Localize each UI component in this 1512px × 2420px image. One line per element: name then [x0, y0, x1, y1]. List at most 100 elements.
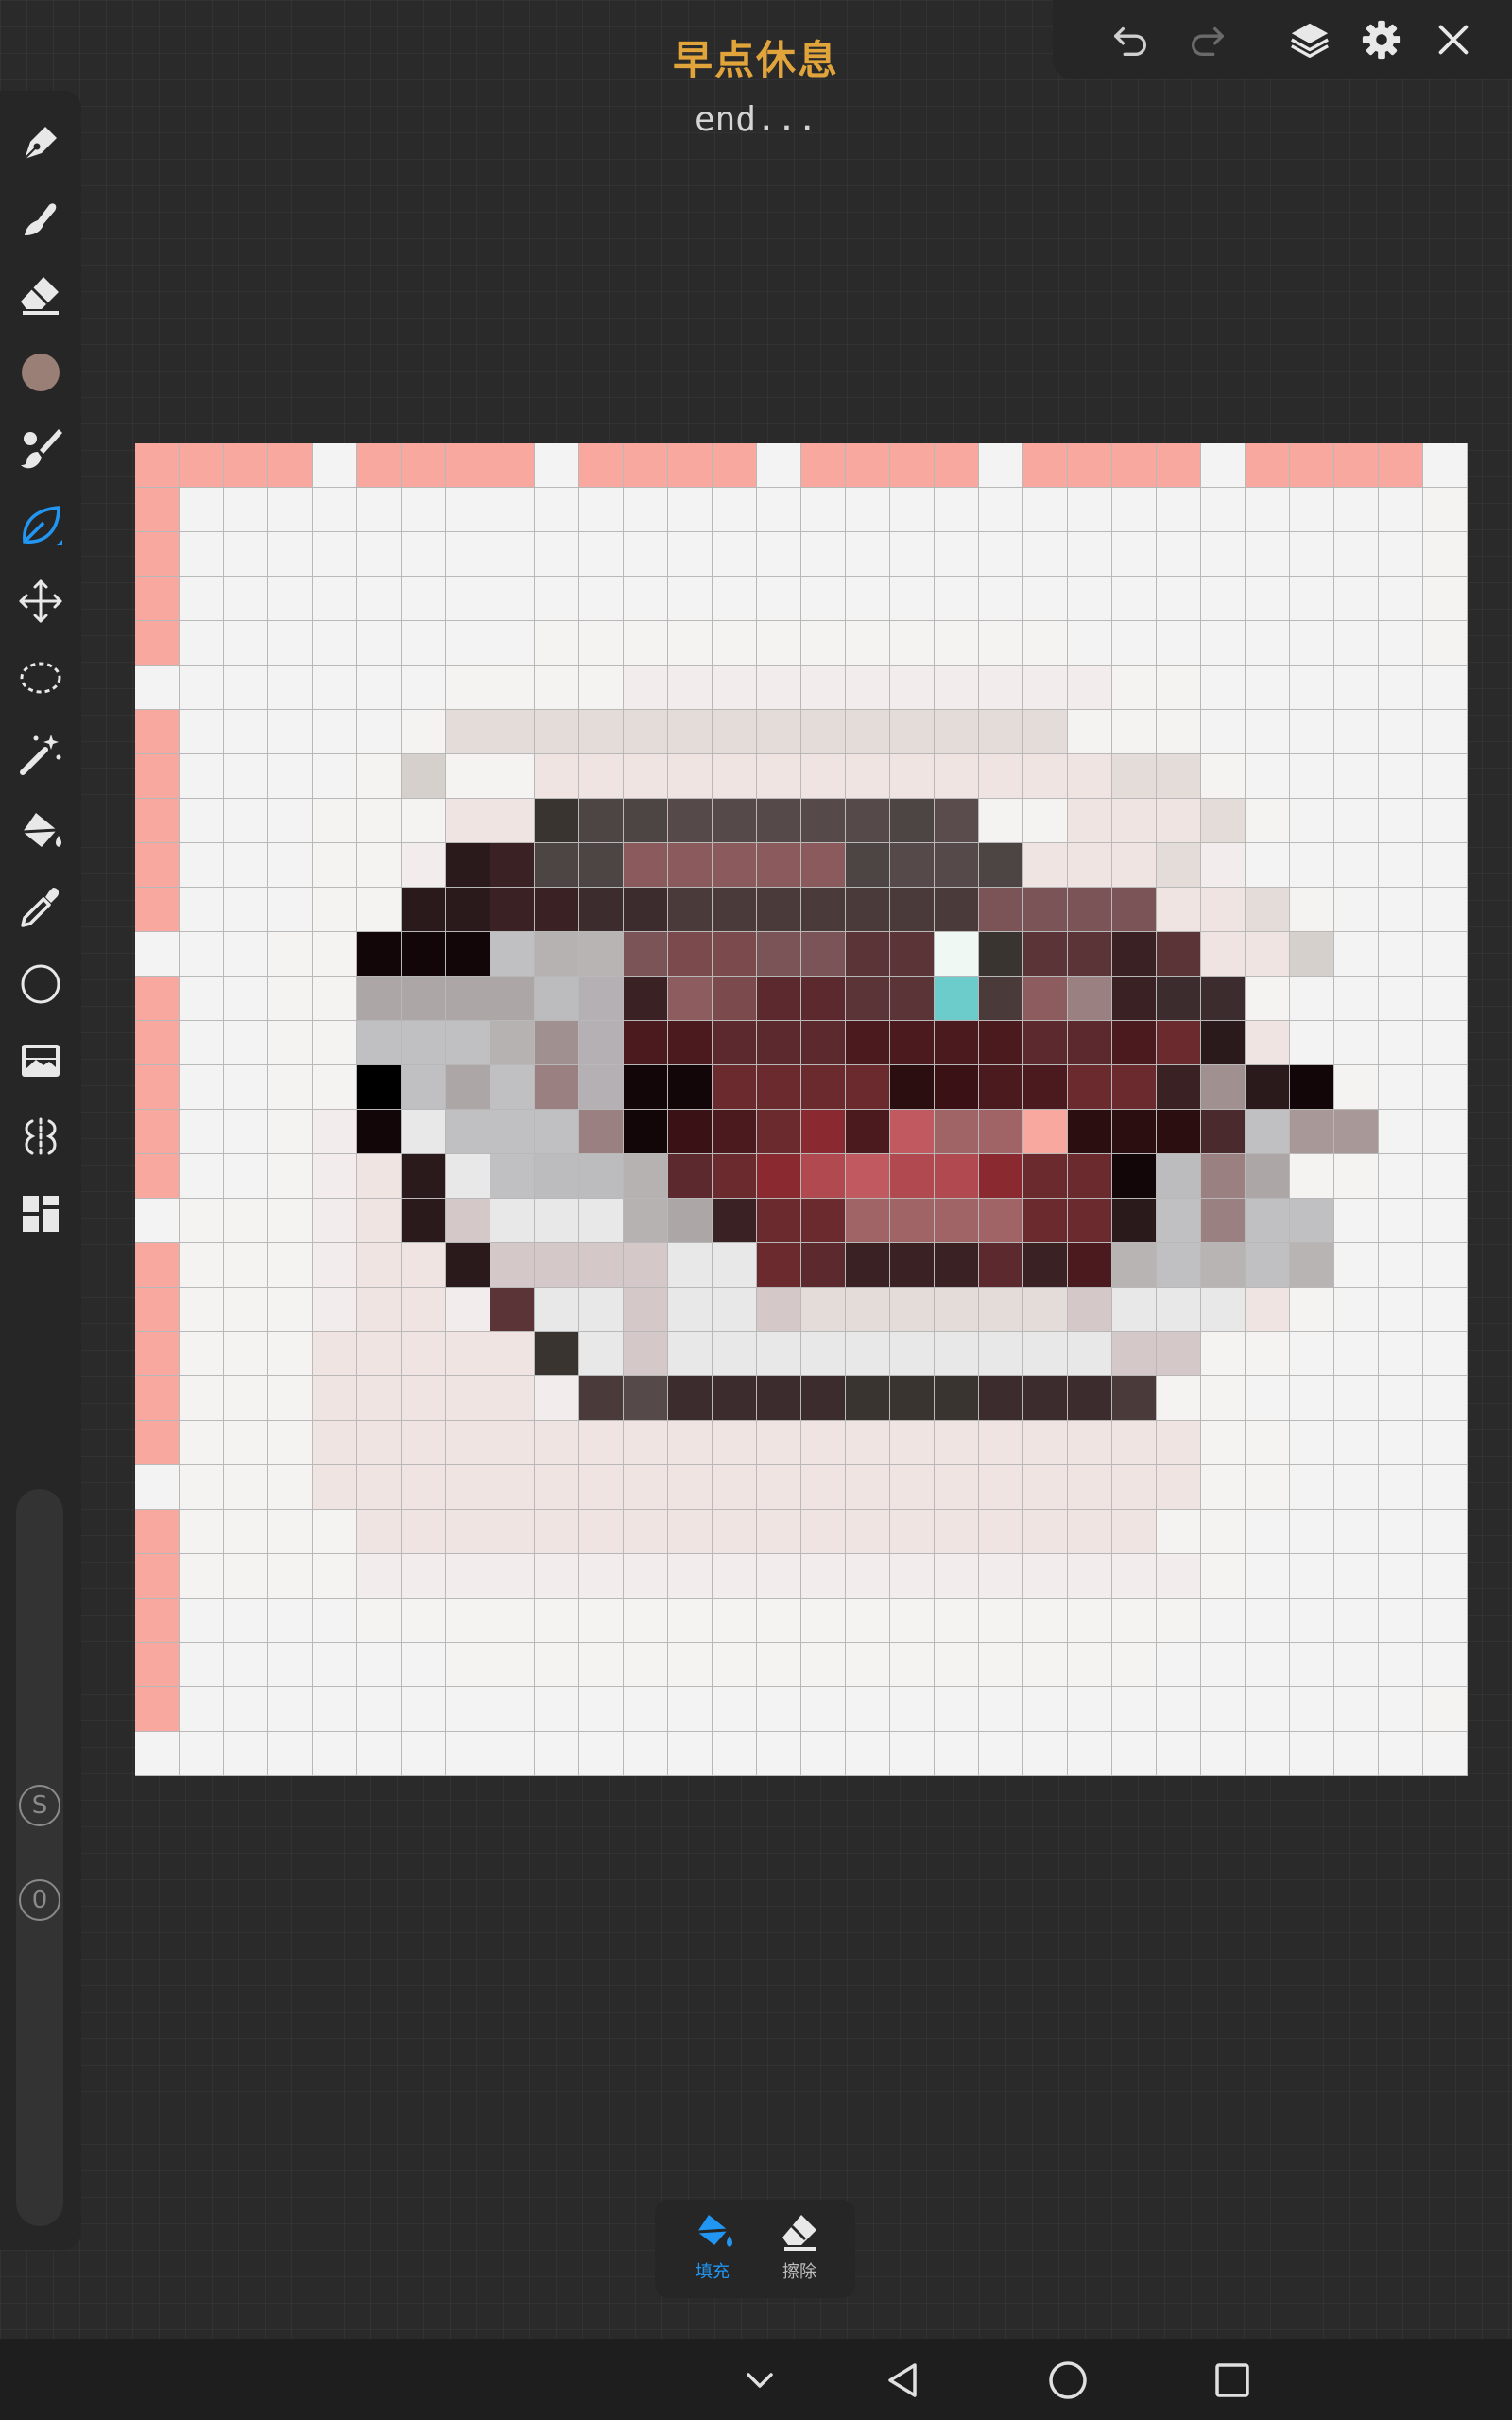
- pixel-cell[interactable]: [935, 1687, 979, 1732]
- pixel-cell[interactable]: [1023, 488, 1068, 532]
- pixel-cell[interactable]: [757, 1154, 801, 1199]
- pixel-cell[interactable]: [801, 1199, 846, 1243]
- pixel-cell[interactable]: [846, 1687, 890, 1732]
- pixel-cell[interactable]: [1246, 1243, 1290, 1288]
- pixel-cell[interactable]: [490, 977, 535, 1021]
- pixel-cell[interactable]: [713, 843, 757, 888]
- pixel-cell[interactable]: [402, 1332, 446, 1376]
- pixel-cell[interactable]: [1112, 977, 1157, 1021]
- pixel-cell[interactable]: [979, 1643, 1023, 1687]
- pixel-cell[interactable]: [979, 1554, 1023, 1599]
- pixel-cell[interactable]: [1068, 1421, 1112, 1465]
- pixel-cell[interactable]: [180, 488, 224, 532]
- pixel-cell[interactable]: [935, 666, 979, 710]
- pixel-cell[interactable]: [1201, 843, 1246, 888]
- pixel-cell[interactable]: [224, 1510, 268, 1554]
- pixel-cell[interactable]: [446, 710, 490, 754]
- pixel-cell[interactable]: [935, 1643, 979, 1687]
- pixel-cell[interactable]: [1023, 1732, 1068, 1776]
- pixel-cell[interactable]: [713, 888, 757, 932]
- pixel-cell[interactable]: [268, 1599, 313, 1643]
- pixel-cell[interactable]: [713, 621, 757, 666]
- pixel-cell[interactable]: [1023, 1021, 1068, 1065]
- pixel-cell[interactable]: [1423, 710, 1468, 754]
- pixel-cell[interactable]: [890, 1376, 935, 1421]
- pixel-cell[interactable]: [801, 532, 846, 577]
- pixel-cell[interactable]: [579, 1243, 624, 1288]
- pixel-cell[interactable]: [668, 488, 713, 532]
- fill-bucket-icon[interactable]: [0, 797, 81, 865]
- pixel-cell[interactable]: [180, 799, 224, 843]
- pixel-cell[interactable]: [224, 1332, 268, 1376]
- pixel-cell[interactable]: [1246, 488, 1290, 532]
- pixel-cell[interactable]: [446, 1199, 490, 1243]
- pixel-cell[interactable]: [1112, 1421, 1157, 1465]
- pixel-cell[interactable]: [846, 1021, 890, 1065]
- pixel-cell[interactable]: [624, 621, 668, 666]
- pixel-cell[interactable]: [1334, 1510, 1379, 1554]
- pixel-cell[interactable]: [713, 1732, 757, 1776]
- pixel-cell[interactable]: [801, 1465, 846, 1510]
- pixel-cell[interactable]: [713, 977, 757, 1021]
- pixel-cell[interactable]: [224, 1199, 268, 1243]
- pixel-cell[interactable]: [1290, 843, 1334, 888]
- pixel-cell[interactable]: [224, 1243, 268, 1288]
- pixel-cell[interactable]: [1379, 888, 1423, 932]
- pixel-cell[interactable]: [1334, 577, 1379, 621]
- pixel-cell[interactable]: [402, 799, 446, 843]
- pixel-cell[interactable]: [490, 799, 535, 843]
- pixel-cell[interactable]: [1290, 932, 1334, 977]
- pixel-cell[interactable]: [1068, 754, 1112, 799]
- pixel-cell[interactable]: [180, 710, 224, 754]
- pixel-cell[interactable]: [1334, 1199, 1379, 1243]
- pixel-cell[interactable]: [1290, 577, 1334, 621]
- pixel-cell[interactable]: [357, 488, 402, 532]
- pixel-cell[interactable]: [979, 1376, 1023, 1421]
- pixel-cell[interactable]: [357, 1332, 402, 1376]
- pixel-cell[interactable]: [624, 1110, 668, 1154]
- pixel-cell[interactable]: [890, 1154, 935, 1199]
- fill-button[interactable]: 填充: [670, 2211, 755, 2290]
- pixel-cell[interactable]: [446, 1643, 490, 1687]
- pixel-cell[interactable]: [1157, 932, 1201, 977]
- pixel-cell[interactable]: [979, 1687, 1023, 1732]
- pixel-cell[interactable]: [268, 666, 313, 710]
- pixel-cell[interactable]: [268, 1065, 313, 1110]
- pixel-cell[interactable]: [490, 888, 535, 932]
- pixel-cell[interactable]: [135, 1510, 180, 1554]
- pixel-cell[interactable]: [313, 666, 357, 710]
- pixel-cell[interactable]: [935, 1199, 979, 1243]
- pixel-cell[interactable]: [446, 977, 490, 1021]
- pixel-cell[interactable]: [1157, 621, 1201, 666]
- pixel-cell[interactable]: [446, 1243, 490, 1288]
- pixel-cell[interactable]: [224, 799, 268, 843]
- pixel-cell[interactable]: [624, 1288, 668, 1332]
- pixel-cell[interactable]: [1379, 1065, 1423, 1110]
- pixel-cell[interactable]: [979, 1465, 1023, 1510]
- pixel-cell[interactable]: [135, 977, 180, 1021]
- pixel-cell[interactable]: [1112, 577, 1157, 621]
- pixel-cell[interactable]: [1112, 1554, 1157, 1599]
- pixel-cell[interactable]: [1290, 1199, 1334, 1243]
- pixel-cell[interactable]: [668, 1465, 713, 1510]
- pixel-cell[interactable]: [135, 1332, 180, 1376]
- pixel-cell[interactable]: [1379, 932, 1423, 977]
- pixel-cell[interactable]: [1246, 710, 1290, 754]
- pixel-cell[interactable]: [1023, 932, 1068, 977]
- pixel-cell[interactable]: [801, 799, 846, 843]
- pixel-cell[interactable]: [135, 577, 180, 621]
- pixel-cell[interactable]: [1023, 977, 1068, 1021]
- pixel-cell[interactable]: [180, 1154, 224, 1199]
- pixel-cell[interactable]: [1334, 1554, 1379, 1599]
- pixel-cell[interactable]: [979, 799, 1023, 843]
- pixel-cell[interactable]: [846, 977, 890, 1021]
- pixel-cell[interactable]: [490, 532, 535, 577]
- eraser-icon[interactable]: [0, 261, 81, 329]
- pixel-cell[interactable]: [535, 977, 579, 1021]
- pixel-cell[interactable]: [890, 799, 935, 843]
- pixel-cell[interactable]: [713, 710, 757, 754]
- pixel-cell[interactable]: [668, 621, 713, 666]
- pixel-cell[interactable]: [180, 532, 224, 577]
- pixel-cell[interactable]: [535, 1732, 579, 1776]
- pixel-cell[interactable]: [135, 1687, 180, 1732]
